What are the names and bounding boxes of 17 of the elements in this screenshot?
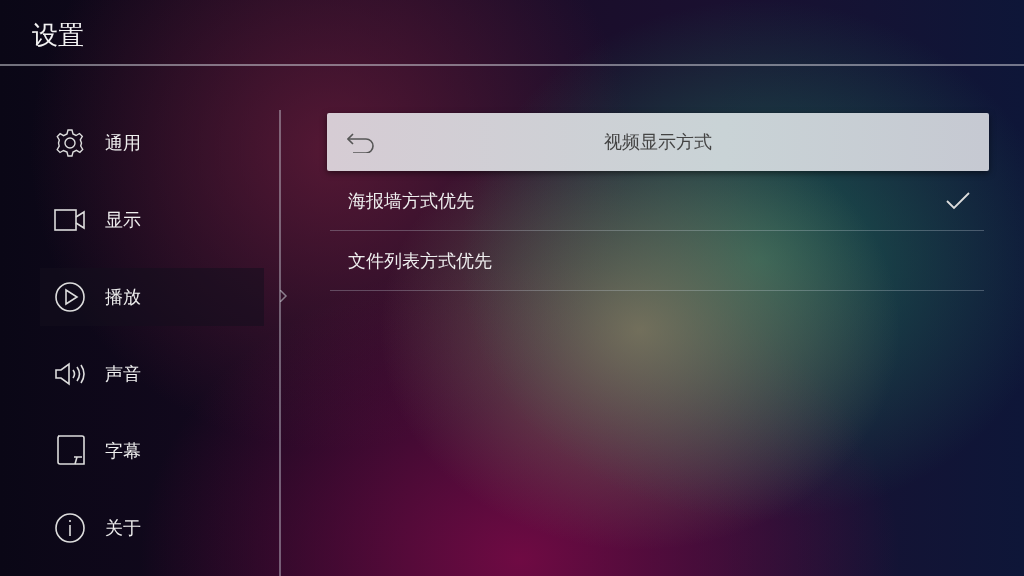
sidebar-item[interactable]: 通用	[40, 114, 264, 172]
pointer-icon	[280, 290, 288, 302]
panel-title: 视频显示方式	[604, 130, 712, 154]
sidebar-item[interactable]: 显示	[40, 191, 264, 249]
option-row[interactable]: 海报墙方式优先	[330, 171, 984, 231]
sidebar-item[interactable]: 声音	[40, 345, 264, 403]
page-title: 设置	[32, 19, 84, 52]
play-icon	[54, 281, 86, 313]
camera-icon	[54, 208, 86, 232]
option-row[interactable]: 文件列表方式优先	[330, 231, 984, 291]
gear-icon	[54, 127, 86, 159]
back-icon[interactable]	[347, 131, 375, 153]
speaker-icon	[54, 362, 86, 386]
info-icon	[54, 512, 86, 544]
sidebar-item[interactable]: 字幕	[40, 422, 264, 480]
sidebar-item[interactable]: 关于	[40, 499, 264, 557]
subtitle-icon	[54, 435, 86, 467]
